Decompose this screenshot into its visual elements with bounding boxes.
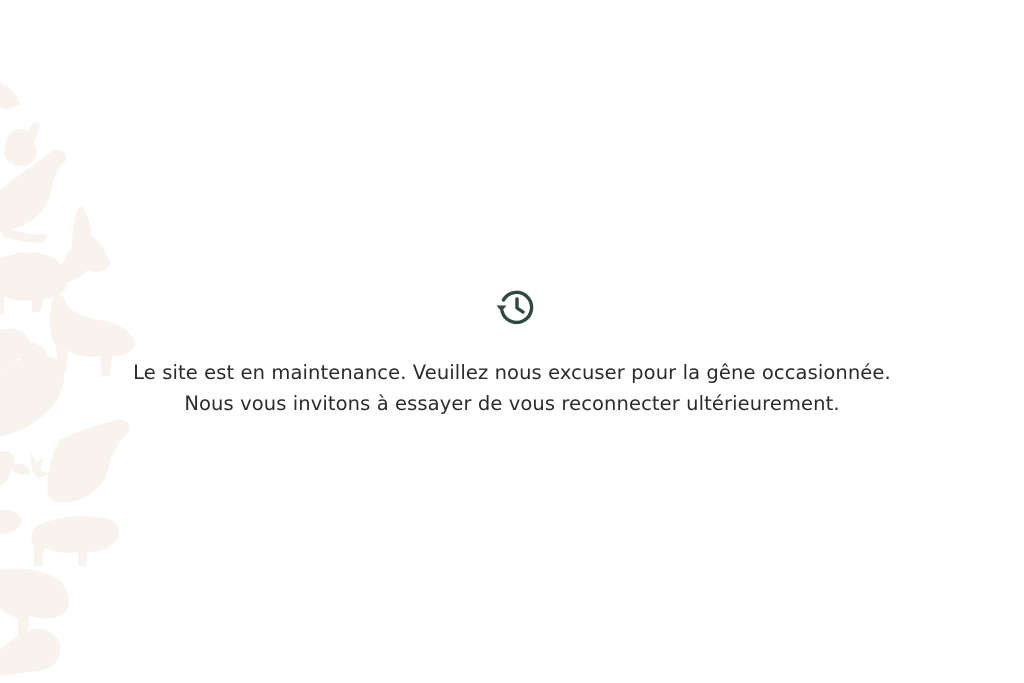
maintenance-message-line-1: Le site est en maintenance. Veuillez nou… xyxy=(133,361,891,384)
maintenance-message: Le site est en maintenance. Veuillez nou… xyxy=(0,357,1024,419)
maintenance-message-line-2: Nous vous invitons à essayer de vous rec… xyxy=(184,392,840,415)
maintenance-content: Le site est en maintenance. Veuillez nou… xyxy=(0,284,1024,419)
maintenance-page: Le site est en maintenance. Veuillez nou… xyxy=(0,0,1024,683)
history-icon xyxy=(493,284,539,330)
